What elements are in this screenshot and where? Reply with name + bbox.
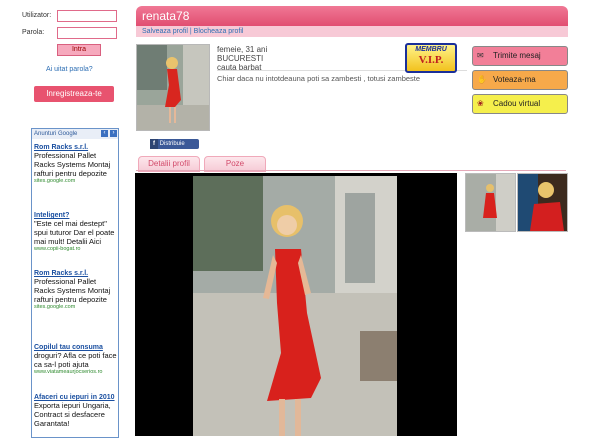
ad-body: "Este cel mai destept" spui tuturor Dar … — [34, 219, 115, 246]
profile-info: femeie, 31 ani BUCURESTI cauta barbat — [217, 45, 267, 72]
ad-body: Professional Pallet Racks Systems Montaj… — [34, 277, 111, 304]
thumbnail-image — [518, 174, 567, 231]
ad-title[interactable]: Copilul tau consuma — [34, 344, 118, 351]
main-photo-frame — [135, 173, 457, 436]
facebook-icon: f — [150, 139, 158, 149]
profile-actions-bar: Salveaza profil | Blocheaza profil — [136, 26, 568, 37]
photo-thumbnail[interactable] — [517, 173, 568, 232]
vote-button[interactable]: ✋ Voteaza-ma — [472, 70, 568, 90]
profile-header: renata78 — [136, 6, 568, 26]
save-profile-link[interactable]: Salveaza profil — [142, 28, 188, 35]
vip-badge: MEMBRU V.I.P. — [405, 43, 457, 73]
ad-item[interactable]: Inteligent? "Este cel mai destept" spui … — [34, 212, 118, 252]
ad-title[interactable]: Rom Racks s.r.l. — [34, 270, 118, 277]
ad-body: Exporta iepuri Ungaria, Contract si desf… — [34, 401, 111, 428]
password-label: Parola: — [22, 29, 45, 36]
profile-quote: Chiar daca nu intotdeauna poti sa zambes… — [217, 74, 421, 83]
ad-url[interactable]: sites.google.com — [34, 178, 118, 184]
profile-username: renata78 — [142, 9, 190, 23]
block-profile-link[interactable]: Blocheaza profil — [194, 28, 244, 35]
ads-header: Anunturi Google ‹ › — [32, 129, 118, 139]
login-button[interactable]: Intra — [57, 44, 101, 56]
envelope-icon: ✉ — [477, 51, 484, 60]
ad-item[interactable]: Rom Racks s.r.l. Professional Pallet Rac… — [34, 270, 118, 310]
button-label: Voteaza-ma — [493, 75, 536, 84]
password-input[interactable] — [57, 27, 117, 39]
main-photo-image[interactable] — [135, 173, 457, 436]
ad-item[interactable]: Copilul tau consuma droguri? Afla ce pot… — [34, 344, 118, 375]
ad-title[interactable]: Rom Racks s.r.l. — [34, 144, 118, 151]
share-label: Distribuie — [159, 141, 185, 147]
profile-gender-age: femeie, 31 ani — [217, 45, 268, 54]
ad-body: Professional Pallet Racks Systems Montaj… — [34, 151, 111, 178]
thumb-icon: ✋ — [477, 75, 487, 84]
photo-thumbnail[interactable] — [465, 173, 516, 232]
username-input[interactable] — [57, 10, 117, 22]
profile-city: BUCURESTI — [217, 54, 264, 63]
ad-title[interactable]: Afaceri cu iepuri in 2010 — [34, 394, 118, 401]
thumbnail-image — [466, 174, 515, 231]
ad-url[interactable]: www.viatameaurjocserios.ro — [34, 369, 118, 375]
facebook-share-button[interactable]: f Distribuie — [150, 139, 199, 149]
ad-body: droguri? Afla ce poti face ca sa-l poti … — [34, 351, 117, 369]
ad-item[interactable]: Afaceri cu iepuri in 2010 Exporta iepuri… — [34, 394, 118, 428]
button-label: Cadou virtual — [493, 99, 541, 108]
tab-underline — [136, 170, 566, 171]
virtual-gift-button[interactable]: ❀ Cadou virtual — [472, 94, 568, 114]
send-message-button[interactable]: ✉ Trimite mesaj — [472, 46, 568, 66]
vip-label-top: MEMBRU — [415, 46, 447, 53]
vip-label-main: V.I.P. — [418, 54, 444, 66]
ad-prev-icon[interactable]: ‹ — [101, 130, 108, 137]
ad-title[interactable]: Inteligent? — [34, 212, 118, 219]
forgot-password-link[interactable]: Ai uitat parola? — [46, 66, 93, 73]
ad-url[interactable]: sites.google.com — [34, 304, 118, 310]
ad-url[interactable]: www.copii-bogat.ro — [34, 246, 118, 252]
separator: | — [189, 28, 192, 35]
register-button[interactable]: Inregistreaza-te — [34, 86, 114, 102]
profile-photo[interactable] — [136, 44, 210, 131]
button-label: Trimite mesaj — [493, 51, 541, 60]
profile-photo-image — [137, 45, 209, 130]
username-label: Utilizator: — [22, 12, 52, 19]
ad-next-icon[interactable]: › — [110, 130, 117, 137]
ad-item[interactable]: Rom Racks s.r.l. Professional Pallet Rac… — [34, 144, 118, 184]
ads-header-label: Anunturi Google — [34, 131, 78, 137]
gift-icon: ❀ — [477, 99, 484, 108]
